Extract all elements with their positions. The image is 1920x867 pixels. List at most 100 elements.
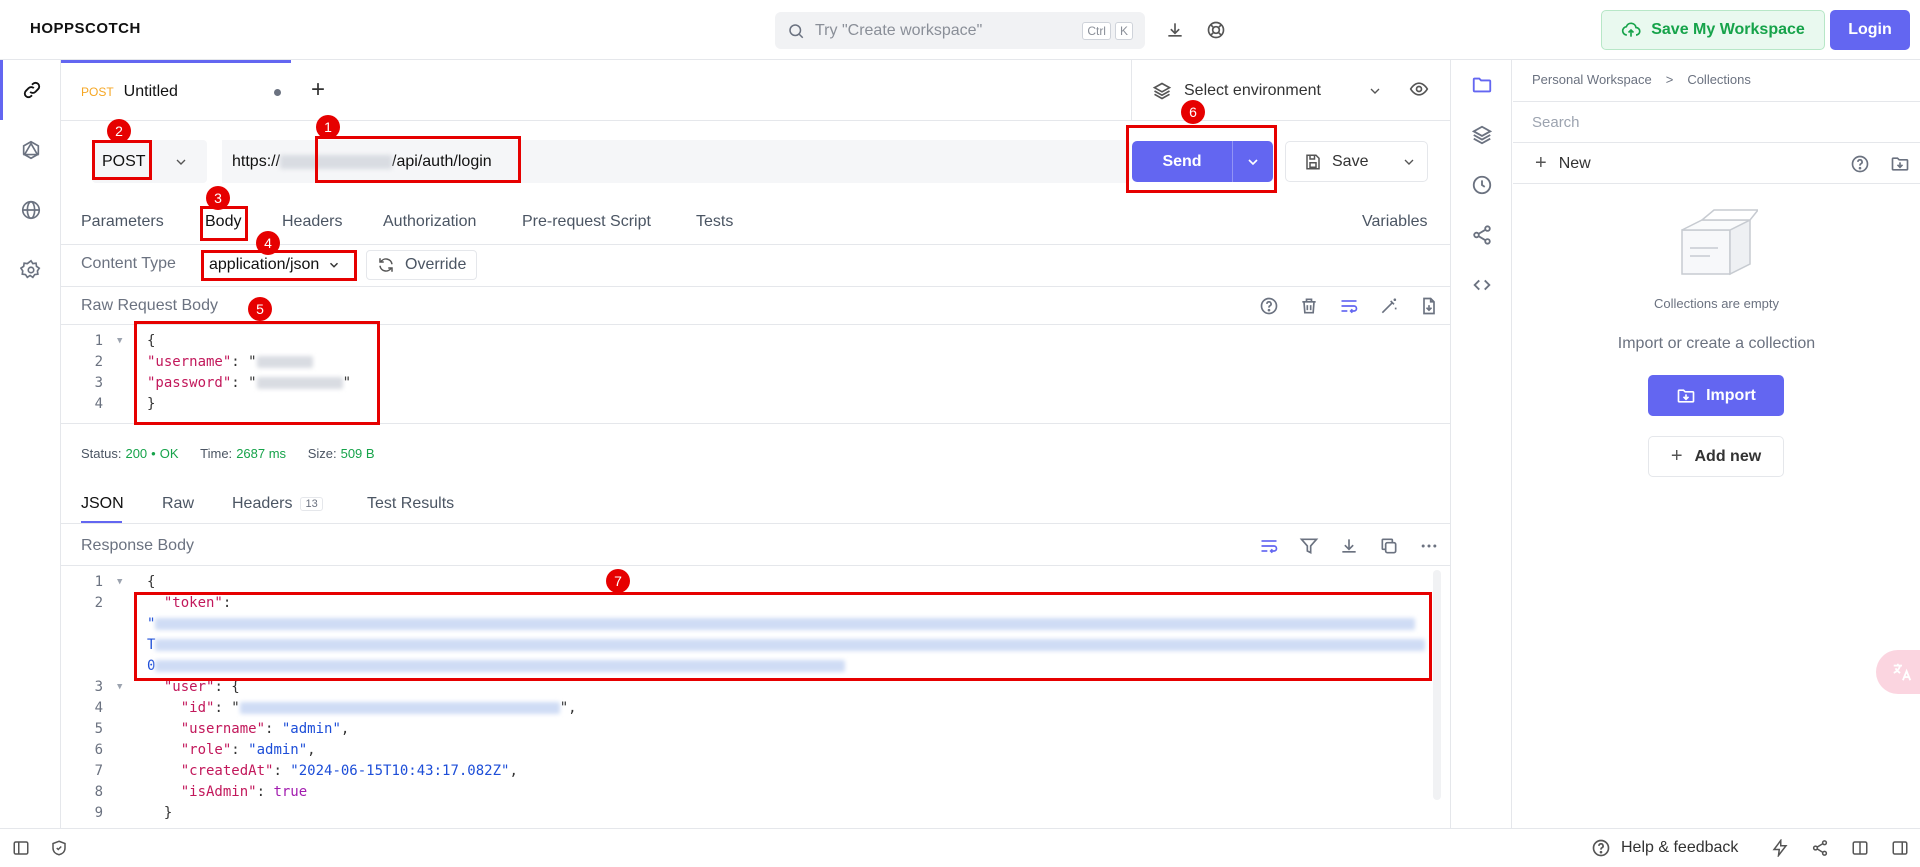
response-scrollbar[interactable] xyxy=(1433,570,1441,800)
tab-pre-request-script[interactable]: Pre-request Script xyxy=(522,213,651,231)
kbd-ctrl: Ctrl xyxy=(1082,21,1111,40)
trash-icon[interactable] xyxy=(1297,294,1321,318)
tab-raw[interactable]: Raw xyxy=(162,495,194,513)
help-feedback-button[interactable]: Help & feedback xyxy=(1591,838,1738,858)
realtime-nav-icon[interactable] xyxy=(0,180,61,240)
wrap-lines-icon[interactable] xyxy=(1337,294,1361,318)
download-icon[interactable] xyxy=(1162,17,1188,43)
layers-icon[interactable] xyxy=(1451,110,1513,160)
settings-nav-icon[interactable] xyxy=(0,240,61,300)
app-logo[interactable]: HOPPSCOTCH xyxy=(30,20,141,37)
divider xyxy=(1513,183,1920,184)
breadcrumb: Personal Workspace > Collections xyxy=(1532,72,1751,87)
environment-selector[interactable]: Select environment xyxy=(1131,60,1401,121)
search-icon xyxy=(789,23,804,38)
sidebar-toggle-icon[interactable] xyxy=(10,837,32,859)
rest-nav-icon[interactable] xyxy=(0,60,61,120)
add-new-label: Add new xyxy=(1694,447,1762,465)
content-type-label: Content Type xyxy=(81,255,176,272)
help-icon[interactable] xyxy=(1848,152,1872,176)
annotation-box-url xyxy=(315,136,521,183)
collections-search-input[interactable]: Search xyxy=(1532,114,1580,131)
annotation-badge-5: 5 xyxy=(248,297,272,321)
breadcrumb-collections[interactable]: Collections xyxy=(1687,72,1751,87)
save-request-button[interactable]: Save xyxy=(1285,141,1428,182)
empty-state-title: Collections are empty xyxy=(1654,296,1779,311)
login-button[interactable]: Login xyxy=(1830,10,1910,50)
import-file-icon[interactable] xyxy=(1417,294,1441,318)
divider xyxy=(61,286,1450,287)
code-icon[interactable] xyxy=(1451,260,1513,310)
split-layout-icon[interactable] xyxy=(1849,837,1871,859)
share-icon[interactable] xyxy=(1809,837,1831,859)
divider xyxy=(1513,142,1920,143)
tab-authorization[interactable]: Authorization xyxy=(383,213,476,231)
divider xyxy=(61,565,1450,566)
plus-icon: + xyxy=(1535,152,1547,174)
tab-response-headers[interactable]: Headers 13 xyxy=(232,495,323,513)
divider xyxy=(61,523,1450,524)
graphql-nav-icon[interactable] xyxy=(0,120,61,180)
search-bar[interactable]: Try "Create workspace" Ctrl K xyxy=(775,12,1145,49)
tab-variables[interactable]: Variables xyxy=(1362,213,1428,231)
eye-icon[interactable] xyxy=(1406,76,1432,102)
import-label: Import xyxy=(1706,386,1756,404)
tab-headers[interactable]: Headers xyxy=(282,213,342,231)
search-placeholder: Try "Create workspace" xyxy=(815,21,983,39)
import-folder-icon[interactable] xyxy=(1888,152,1912,176)
headers-count-badge: 13 xyxy=(300,497,323,511)
import-folder-icon xyxy=(1677,388,1695,403)
new-collection-button[interactable]: + New xyxy=(1535,152,1591,175)
share-icon[interactable] xyxy=(1451,210,1513,260)
request-tab-untitled[interactable]: POST Untitled xyxy=(61,60,291,121)
url-prefix: https:// xyxy=(232,152,281,170)
annotation-box-raw-body xyxy=(134,321,380,425)
override-button[interactable]: Override xyxy=(366,250,478,280)
history-icon[interactable] xyxy=(1451,160,1513,210)
tab-tests[interactable]: Tests xyxy=(696,213,733,231)
lightning-icon[interactable] xyxy=(1769,837,1791,859)
annotation-box-send xyxy=(1126,125,1277,193)
fold-toggle-icon[interactable]: ▼ xyxy=(117,331,122,352)
shield-check-icon[interactable] xyxy=(48,837,70,859)
refresh-icon xyxy=(379,258,393,272)
help-icon[interactable] xyxy=(1257,294,1281,318)
folder-icon[interactable] xyxy=(1451,60,1513,110)
breadcrumb-workspace[interactable]: Personal Workspace xyxy=(1532,72,1652,87)
chevron-down-icon xyxy=(1404,159,1414,165)
footer-bar: Help & feedback xyxy=(0,828,1920,867)
support-icon[interactable] xyxy=(1203,17,1229,43)
tab-parameters[interactable]: Parameters xyxy=(81,213,164,231)
more-icon[interactable] xyxy=(1417,534,1441,558)
add-new-button[interactable]: + Add new xyxy=(1648,436,1784,477)
download-icon[interactable] xyxy=(1337,534,1361,558)
raw-body-label: Raw Request Body xyxy=(81,297,218,314)
chevron-down-icon xyxy=(1370,88,1380,94)
save-workspace-button[interactable]: Save My Workspace xyxy=(1601,10,1825,50)
response-status-bar: Status: 200 • OK Time: 2687 ms Size: 509 B xyxy=(81,446,375,461)
top-bar: HOPPSCOTCH Try "Create workspace" Ctrl K… xyxy=(0,0,1920,60)
translate-icon[interactable] xyxy=(1876,650,1920,694)
chevron-down-icon xyxy=(176,159,186,165)
annotation-box-content-type xyxy=(201,250,357,281)
wrap-lines-icon[interactable] xyxy=(1257,534,1281,558)
copy-icon[interactable] xyxy=(1377,534,1401,558)
annotation-badge-6: 6 xyxy=(1181,100,1205,124)
response-time: 2687 ms xyxy=(236,446,287,461)
help-label: Help & feedback xyxy=(1621,839,1739,856)
import-button[interactable]: Import xyxy=(1648,375,1784,416)
tab-method-label: POST xyxy=(81,85,114,99)
tab-test-results[interactable]: Test Results xyxy=(367,495,454,513)
annotation-box-token xyxy=(134,592,1432,681)
add-tab-button[interactable]: + xyxy=(311,76,325,104)
annotation-badge-2: 2 xyxy=(107,119,131,143)
tab-json[interactable]: JSON xyxy=(81,495,124,513)
right-panel-toggle-icon[interactable] xyxy=(1889,837,1911,859)
new-label: New xyxy=(1558,154,1591,172)
tab-name: Untitled xyxy=(123,83,178,100)
magic-wand-icon[interactable] xyxy=(1377,294,1401,318)
response-size: 509 B xyxy=(340,446,375,461)
fold-toggle-icon[interactable]: ▼ ▼ xyxy=(117,572,122,698)
filter-icon[interactable] xyxy=(1297,534,1321,558)
empty-box-illustration xyxy=(1674,208,1760,284)
